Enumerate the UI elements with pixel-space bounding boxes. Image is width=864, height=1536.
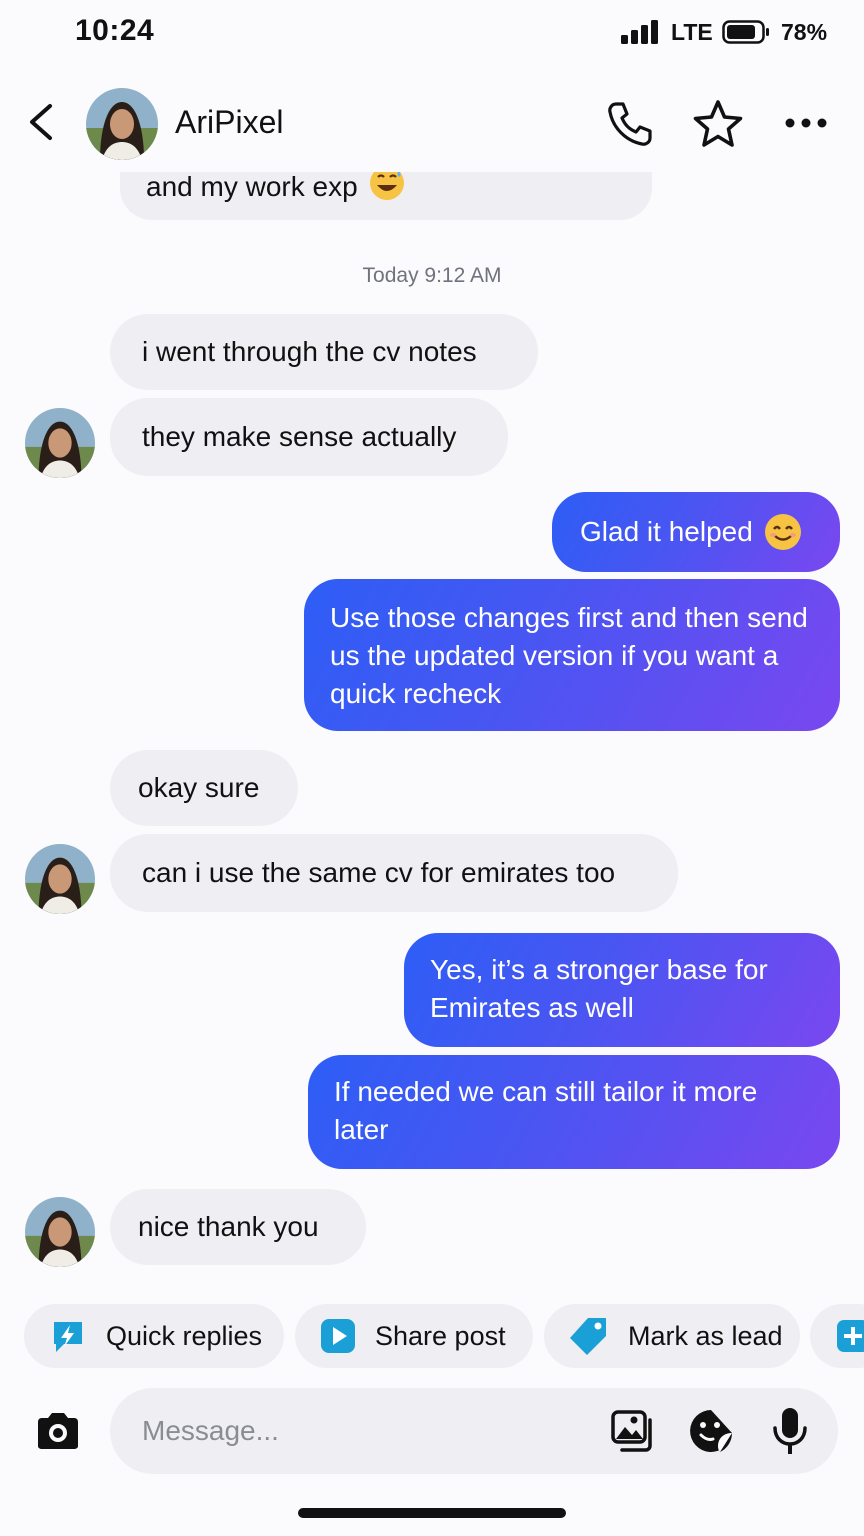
- message-text: If needed we can still tailor it more la…: [334, 1076, 758, 1145]
- message-outgoing[interactable]: Use those changes first and then send us…: [304, 579, 840, 731]
- back-icon[interactable]: [22, 100, 62, 144]
- message-text: Yes, it’s a stronger base for Emirates a…: [430, 954, 768, 1023]
- contact-name[interactable]: AriPixel: [175, 104, 283, 141]
- message-incoming[interactable]: okay sure: [110, 750, 298, 826]
- message-incoming[interactable]: nice thank you: [110, 1189, 366, 1265]
- message-text: Glad it helped: [580, 516, 753, 547]
- message-input[interactable]: [142, 1410, 582, 1452]
- contact-avatar[interactable]: [86, 88, 158, 160]
- status-time: 10:24: [75, 14, 155, 47]
- message-text: nice thank you: [138, 1211, 319, 1242]
- message-incoming[interactable]: they make sense actually: [110, 398, 508, 476]
- grinning-sweat-emoji-icon: [369, 172, 404, 200]
- message-outgoing[interactable]: Yes, it’s a stronger base for Emirates a…: [404, 933, 840, 1047]
- chip-label: Quick replies: [106, 1320, 263, 1351]
- add-chip[interactable]: [810, 1304, 864, 1368]
- signal-icon: [621, 20, 658, 44]
- chip-label: Mark as lead: [628, 1320, 783, 1351]
- message-text: okay sure: [138, 772, 260, 803]
- contact-avatar-small[interactable]: [25, 1197, 95, 1267]
- quick-replies-chip[interactable]: Quick replies: [24, 1304, 284, 1368]
- avatar-photo: [25, 408, 95, 478]
- message-outgoing[interactable]: Glad it helped: [552, 492, 840, 572]
- network-label: LTE: [671, 19, 713, 45]
- chat-screen: 10:24 LTE 78% AriPixel and my work exp T…: [0, 0, 864, 1536]
- message-field[interactable]: [110, 1388, 838, 1474]
- play-icon: [321, 1319, 355, 1353]
- message-outgoing[interactable]: If needed we can still tailor it more la…: [308, 1055, 840, 1169]
- phone-icon[interactable]: [604, 98, 656, 150]
- message-text: i went through the cv notes: [142, 336, 477, 367]
- message-incoming-partial[interactable]: and my work exp: [120, 172, 652, 220]
- tag-icon: [570, 1318, 606, 1355]
- message-incoming[interactable]: can i use the same cv for emirates too: [110, 834, 678, 912]
- star-icon[interactable]: [690, 98, 746, 152]
- battery-icon: [722, 20, 769, 44]
- contact-avatar-small[interactable]: [25, 844, 95, 914]
- share-post-chip[interactable]: Share post: [295, 1304, 533, 1368]
- gallery-icon[interactable]: [610, 1408, 656, 1454]
- avatar-photo: [86, 88, 158, 160]
- mark-as-lead-chip[interactable]: Mark as lead: [544, 1304, 800, 1368]
- plus-icon: [837, 1320, 864, 1352]
- avatar-photo: [25, 844, 95, 914]
- contact-avatar-small[interactable]: [25, 408, 95, 478]
- lightning-icon: [54, 1322, 82, 1352]
- message-text: can i use the same cv for emirates too: [142, 857, 616, 888]
- message-text: and my work exp: [146, 172, 358, 202]
- message-text: Use those changes first and then send us…: [330, 602, 808, 709]
- home-indicator[interactable]: [298, 1508, 566, 1518]
- smiling-emoji-icon: [764, 514, 801, 550]
- sticker-icon[interactable]: [688, 1408, 734, 1454]
- more-icon[interactable]: [780, 110, 832, 136]
- camera-icon[interactable]: [34, 1410, 82, 1452]
- battery-percent: 78%: [781, 19, 828, 45]
- message-composer: [0, 1388, 864, 1474]
- status-bar: 10:24 LTE 78%: [0, 0, 864, 64]
- timestamp: Today 9:12 AM: [362, 264, 502, 287]
- avatar-photo: [25, 1197, 95, 1267]
- chip-label: Share post: [375, 1320, 506, 1351]
- message-incoming[interactable]: i went through the cv notes: [110, 314, 538, 390]
- action-chips: Quick replies Share post Mark as lead: [0, 1304, 864, 1370]
- microphone-icon[interactable]: [770, 1406, 810, 1456]
- chat-header: AriPixel: [0, 80, 864, 170]
- message-text: they make sense actually: [142, 421, 457, 452]
